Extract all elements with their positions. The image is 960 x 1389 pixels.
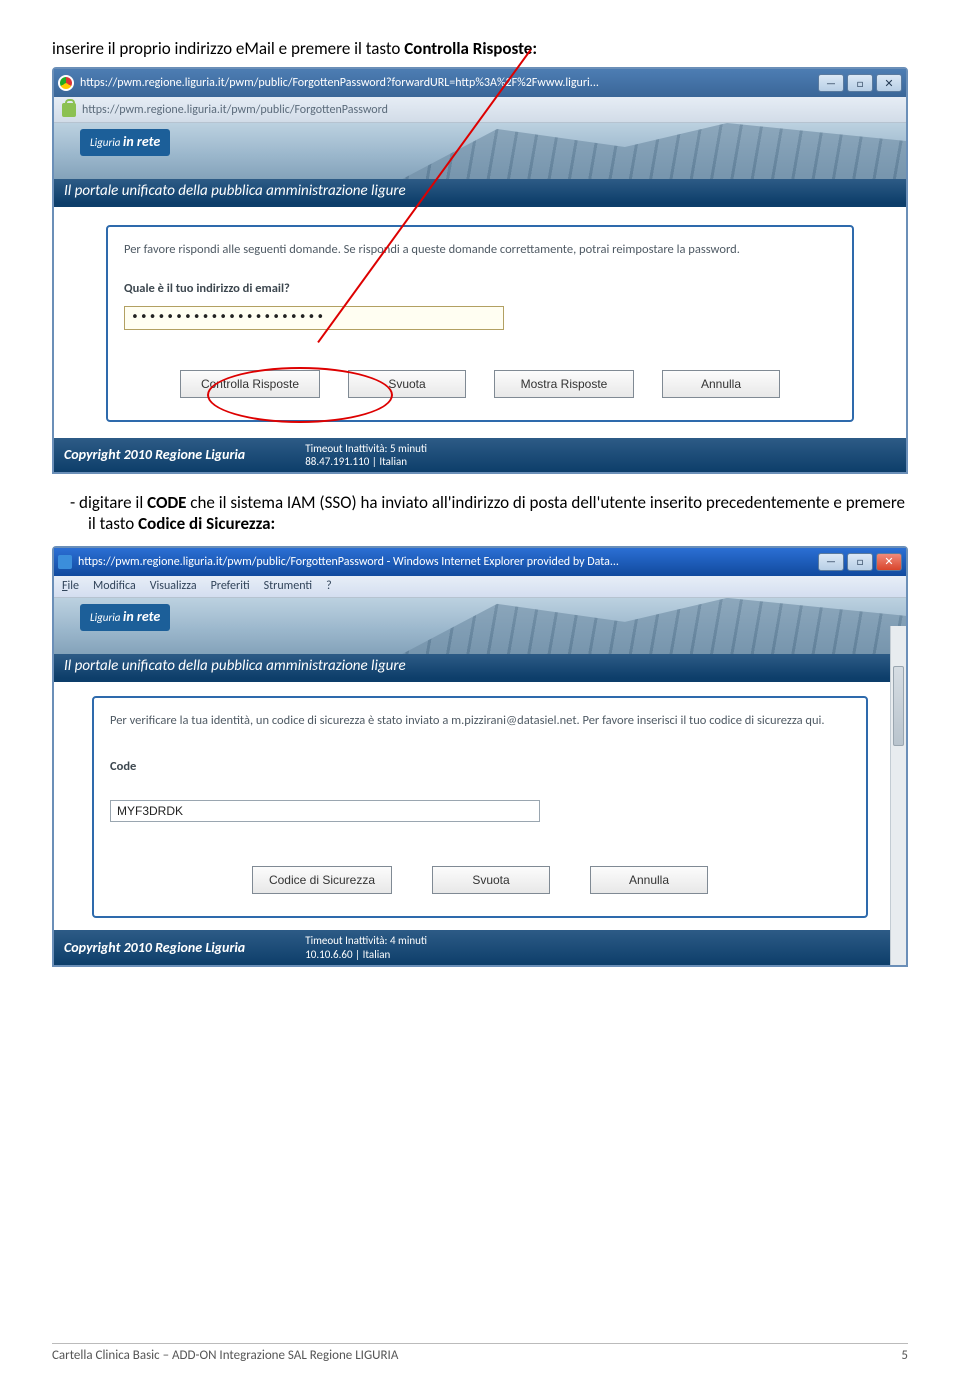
vertical-scrollbar[interactable] (890, 626, 906, 965)
instruction-2-prefix: - digitare il (70, 492, 147, 513)
instruction-1-prefix: inserire il proprio indirizzo eMail e pr… (52, 38, 404, 59)
portal-tagline-2: Il portale unificato della pubblica ammi… (54, 654, 906, 678)
panel-intro-2: Per verificare la tua identità, un codic… (110, 712, 850, 730)
close-button[interactable]: ✕ (876, 74, 902, 92)
menu-help[interactable]: ? (326, 579, 332, 593)
window-title-2: https://pwm.regione.liguria.it/pwm/publi… (78, 555, 812, 569)
portal-footer-1: Copyright 2010 Regione Liguria Timeout I… (54, 438, 906, 472)
chrome-icon (58, 75, 74, 91)
instruction-1-bold: Controlla Risposte: (404, 38, 537, 59)
footer-meta-1: Timeout Inattività: 5 minuti 88.47.191.1… (305, 442, 427, 468)
footer-timeout-2: Timeout Inattività: 4 minuti (305, 934, 427, 947)
lock-icon (62, 103, 76, 117)
form-panel-1: Per favore rispondi alle seguenti domand… (106, 225, 854, 422)
security-code-input[interactable] (110, 800, 540, 822)
close-button-2[interactable]: ✕ (876, 553, 902, 571)
instruction-2-bold-codice: Codice di Sicurezza: (138, 513, 275, 534)
footer-timeout-1: Timeout Inattività: 5 minuti (305, 442, 427, 455)
logo-big-1: in rete (123, 133, 160, 150)
button-row-1: Controlla Risposte Svuota Mostra Rispost… (124, 370, 836, 398)
address-url-1: https://pwm.regione.liguria.it/pwm/publi… (82, 103, 388, 117)
content-area-1: Per favore rispondi alle seguenti domand… (54, 207, 906, 438)
minimize-button-2[interactable]: — (818, 553, 844, 571)
menu-favorites[interactable]: Preferiti (211, 579, 250, 593)
figure-1-wrapper: https://pwm.regione.liguria.it/pwm/publi… (52, 67, 908, 474)
browser-window-2: https://pwm.regione.liguria.it/pwm/publi… (52, 546, 908, 967)
banner-graphic (395, 123, 906, 183)
portal-logo-2: Liguria in rete (80, 604, 170, 631)
logo-big-2: in rete (123, 608, 160, 625)
window-titlebar-1: https://pwm.regione.liguria.it/pwm/publi… (54, 69, 906, 97)
footer-copyright-1: Copyright 2010 Regione Liguria (64, 446, 245, 463)
window-controls-1: — □ ✕ (818, 74, 902, 92)
menu-bar: FFileile Modifica Visualizza Preferiti S… (54, 576, 906, 598)
footer-ip-2: 10.10.6.60 | Italian (305, 948, 390, 961)
svuota-button-2[interactable]: Svuota (432, 866, 550, 894)
code-label: Code (110, 759, 850, 774)
menu-file[interactable]: FFileile (62, 579, 79, 593)
controlla-risposte-button[interactable]: Controlla Risposte (180, 370, 320, 398)
portal-tagline-1: Il portale unificato della pubblica ammi… (54, 179, 906, 203)
window-titlebar-2: https://pwm.regione.liguria.it/pwm/publi… (54, 548, 906, 576)
annulla-button-2[interactable]: Annulla (590, 866, 708, 894)
maximize-button[interactable]: □ (847, 74, 873, 92)
ie-icon (58, 555, 72, 569)
doc-footer-left: Cartella Clinica Basic – ADD-ON Integraz… (52, 1348, 398, 1363)
footer-meta-2: Timeout Inattività: 4 minuti 10.10.6.60 … (305, 934, 427, 960)
address-bar-1[interactable]: https://pwm.regione.liguria.it/pwm/publi… (54, 97, 906, 123)
button-row-2: Codice di Sicurezza Svuota Annulla (110, 866, 850, 894)
instruction-2-bold-code: CODE (147, 492, 186, 513)
svuota-button-1[interactable]: Svuota (348, 370, 466, 398)
portal-footer-2: Copyright 2010 Regione Liguria Timeout I… (54, 930, 906, 964)
footer-ip-1: 88.47.191.110 | Italian (305, 455, 407, 468)
codice-di-sicurezza-button[interactable]: Codice di Sicurezza (252, 866, 392, 894)
email-answer-input[interactable] (124, 306, 504, 330)
menu-view[interactable]: Visualizza (150, 579, 197, 593)
scrollbar-thumb[interactable] (893, 666, 904, 746)
window-title-url-1: https://pwm.regione.liguria.it/pwm/publi… (80, 76, 812, 90)
doc-footer-page-number: 5 (901, 1348, 908, 1363)
menu-edit[interactable]: Modifica (93, 579, 136, 593)
content-area-2: Per verificare la tua identità, un codic… (54, 682, 906, 931)
portal-banner-2: Liguria in rete Il portale unificato del… (54, 598, 906, 682)
panel-intro-1: Per favore rispondi alle seguenti domand… (124, 241, 836, 259)
footer-copyright-2: Copyright 2010 Regione Liguria (64, 939, 245, 956)
logo-small-2: Liguria (90, 611, 120, 624)
portal-logo-1: Liguria in rete (80, 129, 170, 156)
document-footer: Cartella Clinica Basic – ADD-ON Integraz… (52, 1343, 908, 1363)
security-question-label: Quale è il tuo indirizzo di email? (124, 281, 836, 296)
mostra-risposte-button[interactable]: Mostra Risposte (494, 370, 634, 398)
maximize-button-2[interactable]: □ (847, 553, 873, 571)
instruction-line-1: inserire il proprio indirizzo eMail e pr… (52, 38, 908, 59)
logo-small-1: Liguria (90, 136, 120, 149)
banner-graphic-2 (395, 598, 906, 658)
instruction-line-2: - digitare il CODE che il sistema IAM (S… (52, 492, 908, 534)
minimize-button[interactable]: — (818, 74, 844, 92)
browser-window-1: https://pwm.regione.liguria.it/pwm/publi… (52, 67, 908, 474)
portal-banner-1: Liguria in rete Il portale unificato del… (54, 123, 906, 207)
annulla-button-1[interactable]: Annulla (662, 370, 780, 398)
window-controls-2: — □ ✕ (818, 553, 902, 571)
menu-tools[interactable]: Strumenti (264, 579, 312, 593)
form-panel-2: Per verificare la tua identità, un codic… (92, 696, 868, 919)
